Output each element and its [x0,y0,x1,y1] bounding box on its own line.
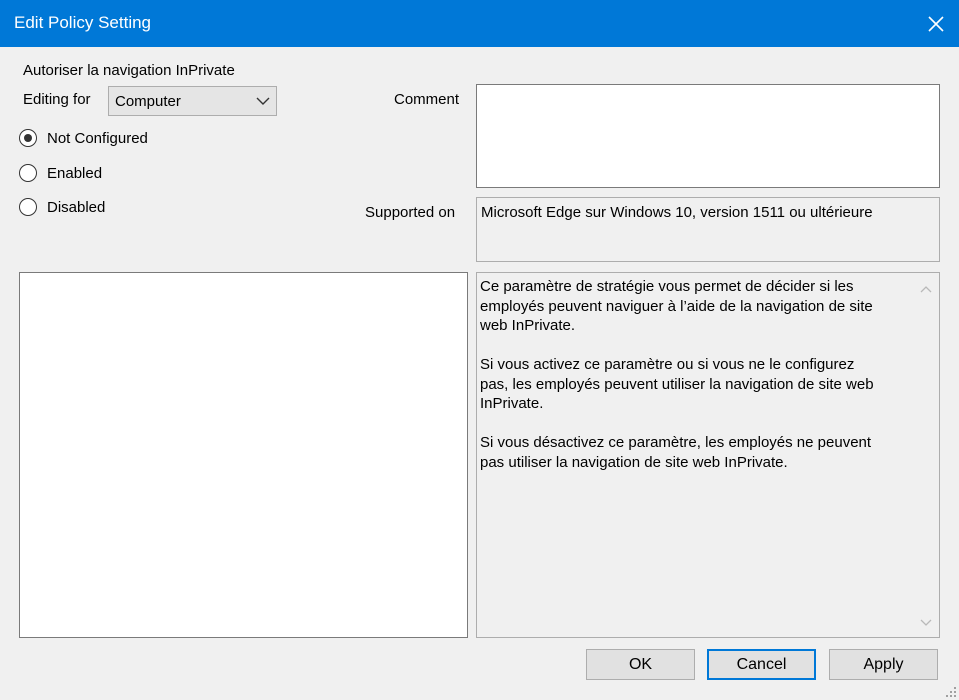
policy-name: Autoriser la navigation InPrivate [23,62,235,79]
radio-indicator[interactable] [19,164,37,182]
close-icon [928,15,944,32]
help-scrollbar[interactable] [913,273,939,637]
title-bar: Edit Policy Setting [0,0,959,47]
help-text: Ce paramètre de stratégie vous permet de… [480,278,874,471]
supported-on-label: Supported on [365,204,456,221]
radio-indicator[interactable] [19,198,37,216]
cancel-button[interactable]: Cancel [707,649,816,680]
radio-label: Disabled [47,198,106,216]
chevron-down-icon [256,97,270,105]
editing-for-dropdown[interactable]: Computer [108,86,277,116]
supported-on-value: Microsoft Edge sur Windows 10, version 1… [481,204,873,221]
window-title: Edit Policy Setting [14,13,152,32]
scroll-up-icon[interactable] [920,285,932,293]
ok-button[interactable]: OK [586,649,695,680]
editing-for-label: Editing for [23,91,91,108]
editing-for-value: Computer [115,93,181,110]
comment-field[interactable] [476,84,940,188]
close-button[interactable] [913,0,959,47]
supported-on-field: Microsoft Edge sur Windows 10, version 1… [476,197,940,262]
resize-grip-icon[interactable] [945,686,957,698]
apply-button[interactable]: Apply [829,649,938,680]
radio-enabled[interactable]: Enabled [19,162,102,184]
options-pane [19,272,468,638]
radio-disabled[interactable]: Disabled [19,196,105,218]
radio-indicator[interactable] [19,129,37,147]
radio-label: Enabled [47,164,103,182]
radio-label: Not Configured [47,129,148,147]
comment-label: Comment [394,91,460,108]
help-pane: Ce paramètre de stratégie vous permet de… [476,272,940,638]
radio-not-configured[interactable]: Not Configured [19,127,148,149]
scroll-down-icon[interactable] [920,619,932,627]
